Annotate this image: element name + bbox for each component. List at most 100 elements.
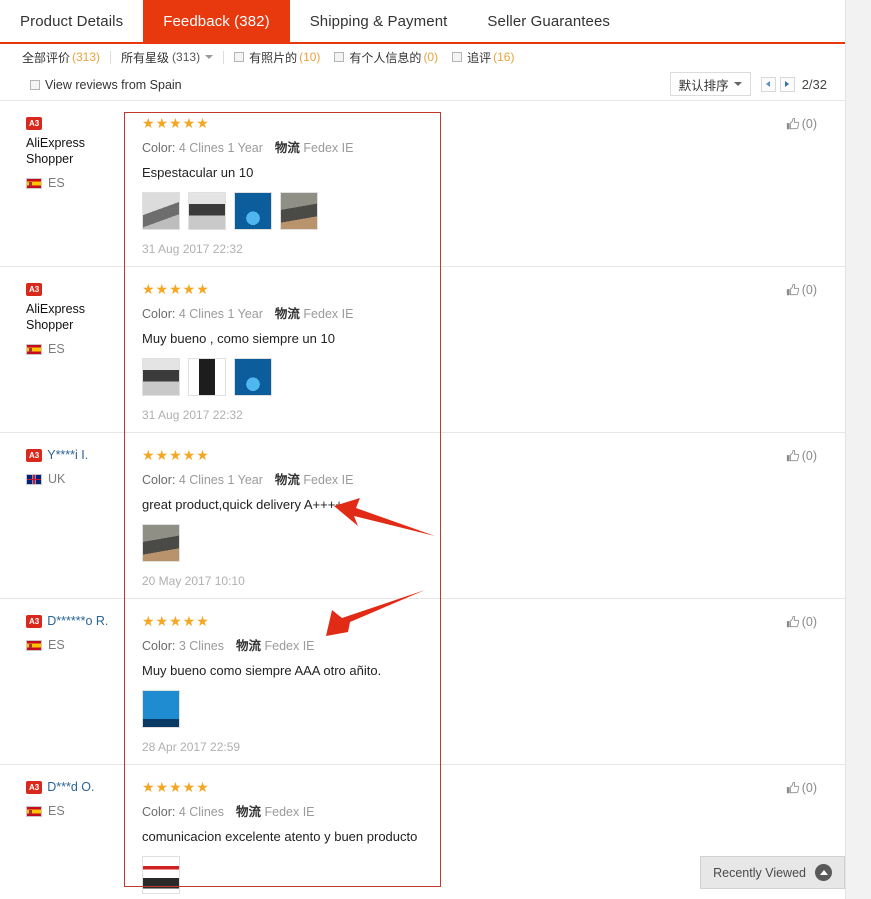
flag-icon-es — [26, 639, 42, 651]
tab-seller-guarantees[interactable]: Seller Guarantees — [467, 0, 630, 42]
review-author-name: D******o R. — [47, 614, 109, 628]
review-photo-list — [142, 524, 845, 562]
thumbs-up-icon — [786, 449, 799, 462]
review-text: Muy bueno como siempre AAA otro añito. — [142, 663, 382, 678]
recently-viewed-label: Recently Viewed — [713, 865, 806, 880]
review-item: A3 Y****i I. UK ★★★★★ Color: 4 Clines 1 Year… — [0, 432, 845, 598]
review-author-country: UK — [26, 472, 118, 486]
product-tab-bar: Product Details Feedback (382) Shipping … — [0, 0, 845, 44]
review-attributes: Color: 4 Clines 物流 Fedex IE — [142, 801, 845, 820]
page-right-edge — [845, 0, 871, 899]
review-color-key: Color: — [142, 473, 176, 487]
review-photo-thumbnail[interactable] — [142, 856, 180, 894]
review-photo-thumbnail[interactable] — [280, 192, 318, 230]
review-author-name: AliExpress Shopper — [26, 136, 86, 166]
review-color-value: 4 Clines — [178, 805, 224, 819]
review-helpful-button[interactable]: (0) — [786, 615, 817, 629]
review-color-key: Color: — [142, 639, 176, 653]
pagination-prev-button[interactable] — [760, 76, 776, 92]
filter-all-stars[interactable]: 所有星级 (313) — [121, 49, 214, 66]
buyer-level-badge: A3 — [26, 449, 43, 462]
review-attributes: Color: 4 Clines 1 Year 物流 Fedex IE — [142, 137, 845, 156]
thumbs-up-icon — [786, 615, 799, 628]
filter-all-stars-label: 所有星级 — [121, 50, 170, 65]
review-photo-thumbnail[interactable] — [142, 192, 180, 230]
checkbox-icon-view-reviews-from-spain[interactable] — [30, 80, 40, 90]
filter-additional-reviews[interactable]: 追评 (16) — [452, 49, 514, 66]
review-author-country: ES — [26, 638, 118, 652]
star-rating: ★★★★★ — [142, 281, 210, 297]
review-helpful-button[interactable]: (0) — [786, 449, 817, 463]
page-root: Product Details Feedback (382) Shipping … — [0, 0, 871, 899]
review-helpful-count: (0) — [801, 117, 817, 131]
review-author-name: D***d O. — [47, 780, 95, 794]
review-author-name-row[interactable]: A3 D******o R. — [26, 613, 118, 629]
filter-all-reviews-label: 全部评价 — [22, 50, 71, 65]
star-rating: ★★★★★ — [142, 447, 210, 463]
review-photo-thumbnail[interactable] — [142, 524, 180, 562]
review-helpful-button[interactable]: (0) — [786, 117, 817, 131]
filter-with-photos-label: 有照片的 — [249, 50, 298, 65]
review-photo-thumbnail[interactable] — [188, 358, 226, 396]
review-author-name-row[interactable]: A3 Y****i I. — [26, 447, 118, 463]
review-author: A3 Y****i I. UK — [0, 433, 124, 598]
review-body: ★★★★★ Color: 4 Clines 1 Year 物流 Fedex IE Mu… — [124, 267, 845, 432]
filter-divider — [110, 50, 112, 64]
review-photo-thumbnail[interactable] — [234, 358, 272, 396]
review-color-key: Color: — [142, 141, 176, 155]
review-author-name-row[interactable]: A3 D***d O. — [26, 779, 118, 795]
star-rating: ★★★★★ — [142, 115, 210, 131]
review-photo-list — [142, 690, 845, 728]
review-date: 31 Aug 2017 22:32 — [142, 408, 243, 422]
review-logistics-key: 物流 — [274, 473, 300, 487]
filter-with-personal-info[interactable]: 有个人信息的 (0) — [334, 49, 438, 66]
tab-shipping-payment[interactable]: Shipping & Payment — [290, 0, 468, 42]
review-helpful-count: (0) — [801, 781, 817, 795]
country-filter-label[interactable]: View reviews from Spain — [45, 78, 182, 92]
flag-icon-es — [26, 805, 42, 817]
review-date: 31 Aug 2017 22:32 — [142, 242, 243, 256]
review-author-country-code: ES — [48, 176, 65, 190]
chevron-up-circle-icon[interactable] — [815, 864, 832, 881]
checkbox-icon-personal-info[interactable] — [334, 52, 345, 62]
flag-icon-es — [26, 177, 42, 189]
country-filter-row: View reviews from Spain 默认排序 2/32 — [0, 70, 845, 100]
review-logistics-value: Fedex IE — [303, 307, 354, 321]
review-helpful-button[interactable]: (0) — [786, 781, 817, 795]
review-attributes: Color: 3 Clines 物流 Fedex IE — [142, 635, 845, 654]
review-photo-thumbnail[interactable] — [142, 358, 180, 396]
pagination-next-button[interactable] — [779, 76, 795, 92]
review-item: A3 AliExpress Shopper ES ★★★★★ Color: 4 Clin… — [0, 100, 845, 266]
review-photo-thumbnail[interactable] — [142, 690, 180, 728]
checkbox-icon-additional[interactable] — [452, 52, 463, 62]
review-author: A3 D***d O. ES — [0, 765, 124, 899]
review-helpful-button[interactable]: (0) — [786, 283, 817, 297]
review-author-name: Y****i I. — [47, 448, 89, 462]
review-text: Muy bueno , como siempre un 10 — [142, 331, 335, 346]
review-author-name-row[interactable]: A3 AliExpress Shopper — [26, 281, 118, 333]
review-photo-thumbnail[interactable] — [188, 192, 226, 230]
filter-all-reviews[interactable]: 全部评价 (313) — [22, 49, 100, 66]
sort-dropdown-label: 默认排序 — [678, 78, 729, 93]
review-color-value: 4 Clines 1 Year — [178, 307, 263, 321]
buyer-level-badge: A3 — [26, 781, 43, 794]
tab-feedback[interactable]: Feedback (382) — [143, 0, 290, 42]
filter-with-photos-count: (10) — [299, 50, 321, 64]
thumbs-up-icon — [786, 117, 799, 130]
buyer-level-badge: A3 — [26, 283, 43, 296]
review-author-name-row[interactable]: A3 AliExpress Shopper — [26, 115, 118, 167]
review-color-key: Color: — [142, 307, 176, 321]
review-helpful-count: (0) — [801, 615, 817, 629]
review-photo-list — [142, 192, 845, 230]
recently-viewed-widget[interactable]: Recently Viewed — [700, 856, 845, 889]
buyer-level-badge: A3 — [26, 117, 43, 130]
review-photo-thumbnail[interactable] — [234, 192, 272, 230]
star-rating: ★★★★★ — [142, 779, 210, 795]
sort-dropdown[interactable]: 默认排序 — [669, 72, 751, 96]
checkbox-icon-with-photos[interactable] — [234, 52, 245, 62]
flag-icon-uk — [26, 473, 42, 485]
review-color-key: Color: — [142, 805, 176, 819]
tab-product-details[interactable]: Product Details — [0, 0, 143, 42]
filter-with-photos[interactable]: 有照片的 (10) — [234, 49, 320, 66]
review-body: ★★★★★ Color: 3 Clines 物流 Fedex IE Muy bueno… — [124, 599, 845, 764]
